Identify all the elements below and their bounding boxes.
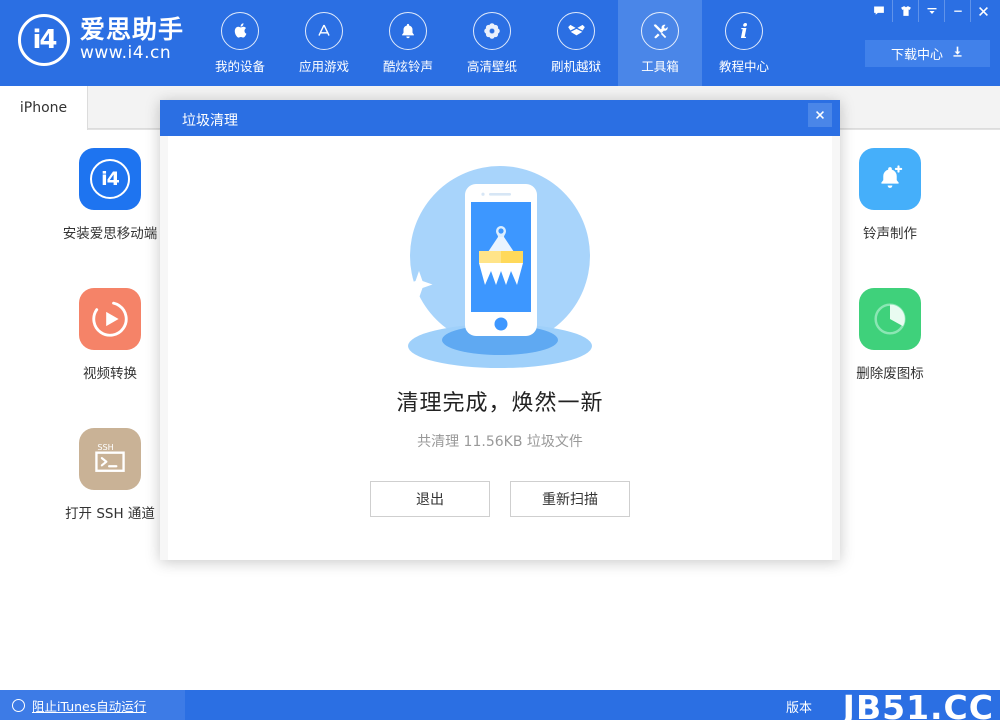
box-icon [557,11,595,50]
download-icon [951,45,964,62]
rescan-button[interactable]: 重新扫描 [510,481,630,517]
appstore-icon [305,11,343,50]
download-center-button[interactable]: 下载中心 [865,40,990,67]
logo-name: 爱思助手 [80,14,185,44]
rescan-button-label: 重新扫描 [542,492,598,508]
nav-label: 酷炫铃声 [382,58,433,74]
phone-broom-illustration [375,158,625,377]
tab-iphone[interactable]: iPhone [0,86,88,130]
window-controls [866,0,996,22]
app-logo[interactable]: i4 爱思助手 www.i4.cn [18,14,184,66]
nav-label: 我的设备 [214,58,265,74]
block-itunes-label: 阻止iTunes自动运行 [32,698,147,714]
nav-label: 应用游戏 [298,58,349,74]
bell-plus-icon [859,148,921,210]
nav-item-toolbox[interactable]: 工具箱 [618,0,702,86]
nav-item-flash-jailbreak[interactable]: 刷机越狱 [534,0,618,86]
tool-label: 视频转换 [83,366,137,382]
tool-label: 安装爱思移动端 [62,226,158,242]
apple-icon [221,11,259,50]
info-icon: i [725,11,763,50]
logo-website: www.i4.cn [80,43,172,64]
dialog-title: 垃圾清理 [182,113,238,129]
svg-text:SSH: SSH [97,442,113,452]
block-itunes-toggle[interactable]: 阻止iTunes自动运行 [0,690,185,720]
bell-icon [389,11,427,50]
tab-label: iPhone [19,100,68,116]
exit-button-label: 退出 [416,492,444,508]
flower-icon [473,11,511,50]
logo-mark-text: i4 [32,25,57,55]
feedback-icon[interactable] [866,0,892,22]
toggle-circle-icon [12,698,25,712]
tools-icon [641,11,679,50]
version-label: 版本 [785,701,812,716]
dialog-body: 清理完成，焕然一新 共清理 11.56KB 垃圾文件 退出 重新扫描 [168,136,832,560]
tool-label: 打开 SSH 通道 [65,506,155,522]
pie-icon [859,288,921,350]
download-center-label: 下载中心 [890,48,943,63]
dialog-actions: 退出 重新扫描 [370,481,630,517]
status-bar: 阻止iTunes自动运行 版本 JB51.CC [0,688,1000,720]
nav-label: 刷机越狱 [550,58,601,74]
nav-label: 高清壁纸 [466,58,517,74]
exit-button[interactable]: 退出 [370,481,490,517]
dialog-heading: 清理完成，焕然一新 [396,391,604,416]
menu-icon[interactable] [918,0,944,22]
close-icon[interactable] [970,0,996,22]
dialog-close-icon[interactable] [808,103,832,127]
minimize-icon[interactable] [944,0,970,22]
nav-item-apps-games[interactable]: 应用游戏 [282,0,366,86]
dialog-subtext: 共清理 11.56KB 垃圾文件 [417,434,583,450]
nav-label: 工具箱 [641,58,679,74]
skin-icon[interactable] [892,0,918,22]
nav-label: 教程中心 [718,58,769,74]
nav-item-tutorials[interactable]: i 教程中心 [702,0,786,86]
main-nav: 我的设备 应用游戏 酷炫铃声 高清壁纸 刷机越狱 工具箱 i 教程中心 [198,0,786,86]
terminal-icon: SSH [79,428,141,490]
tool-label: 铃声制作 [863,226,917,242]
nav-item-my-device[interactable]: 我的设备 [198,0,282,86]
app-header: i4 爱思助手 www.i4.cn 我的设备 应用游戏 酷炫铃声 高清壁纸 刷机… [0,0,1000,86]
watermark-label: JB51.CC [842,688,994,720]
play-icon [79,288,141,350]
nav-item-ringtones[interactable]: 酷炫铃声 [366,0,450,86]
dialog-titlebar[interactable]: 垃圾清理 [160,100,840,136]
logo-mark-icon: i4 [18,14,70,66]
nav-item-wallpapers[interactable]: 高清壁纸 [450,0,534,86]
junk-cleanup-dialog: 垃圾清理 清理完成，焕然一新 共清理 11.56KB 垃圾文件 退出 重新扫描 [160,100,840,560]
i4-app-icon: i4 [79,148,141,210]
tool-label: 删除废图标 [856,366,924,382]
